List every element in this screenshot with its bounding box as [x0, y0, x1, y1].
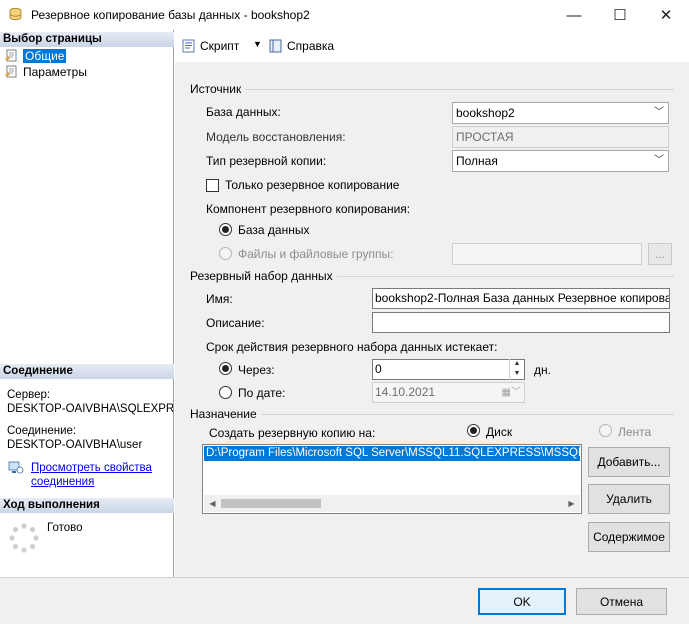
sidebar-item-general[interactable]: Общие: [4, 48, 67, 63]
progress-spinner-icon: [9, 523, 39, 553]
backup-type-combo[interactable]: Полная ﹀: [452, 150, 669, 172]
sidebar-item-options[interactable]: Параметры: [4, 64, 87, 79]
add-destination-button[interactable]: Добавить...: [588, 447, 670, 477]
select-page-header: Выбор страницы: [0, 32, 174, 47]
days-spinner[interactable]: ▲ ▼: [509, 359, 524, 380]
component-database-radio[interactable]: [219, 223, 232, 236]
page-icon: [5, 49, 17, 61]
remove-destination-button[interactable]: Удалить: [588, 484, 670, 514]
days-unit-label: дн.: [534, 363, 551, 377]
database-backup-icon: [9, 7, 22, 21]
connection-label: Соединение:: [7, 425, 77, 437]
copy-only-checkbox[interactable]: [206, 179, 219, 192]
group-divider: [190, 89, 674, 90]
source-group-title: Источник: [190, 82, 246, 96]
group-divider: [190, 414, 674, 415]
sidebar-item-label: Параметры: [23, 64, 87, 79]
script-label: Скрипт: [200, 39, 240, 53]
disk-radio[interactable]: [467, 424, 480, 437]
progress-header: Ход выполнения: [0, 498, 174, 513]
copy-only-label: Только резервное копирование: [225, 178, 400, 192]
destination-path-item[interactable]: D:\Program Files\Microsoft SQL Server\MS…: [204, 446, 580, 461]
component-files-label: Файлы и файловые группы:: [238, 247, 394, 261]
backup-name-input[interactable]: bookshop2-Полная База данных Резервное к…: [372, 288, 670, 309]
chevron-down-icon: ﹀: [654, 155, 664, 166]
script-button[interactable]: Скрипт: [181, 38, 239, 54]
backup-component-label: Компонент резервного копирования:: [206, 202, 411, 216]
connection-header: Соединение: [0, 364, 174, 379]
expire-days-input[interactable]: 0: [372, 359, 525, 380]
component-files-radio[interactable]: [219, 247, 232, 260]
calendar-icon: ▦﹀: [501, 387, 521, 398]
page-icon: [5, 65, 17, 77]
tape-radio[interactable]: [599, 424, 612, 437]
recovery-model-field: ПРОСТАЯ: [452, 126, 669, 148]
destination-list[interactable]: D:\Program Files\Microsoft SQL Server\MS…: [202, 444, 582, 514]
help-book-icon: [269, 39, 282, 53]
backup-to-label: Создать резервную копию на:: [209, 426, 376, 440]
link-line-1: Просмотреть свойства: [31, 462, 152, 474]
server-label: Сервер:: [7, 389, 51, 401]
window-title: Резервное копирование базы данных - book…: [31, 8, 310, 22]
contents-button[interactable]: Содержимое: [588, 522, 670, 552]
expire-after-radio[interactable]: [219, 362, 232, 375]
scroll-right-icon[interactable]: ▶: [563, 495, 580, 512]
scrollbar-thumb[interactable]: [221, 499, 321, 508]
disk-label: Диск: [486, 425, 513, 439]
spin-down-icon[interactable]: ▼: [510, 369, 524, 379]
help-button[interactable]: Справка: [268, 38, 334, 54]
spin-up-icon[interactable]: ▲: [510, 359, 524, 369]
sidebar: Выбор страницы Общие Параметры Соединени…: [0, 30, 174, 577]
connection-properties-icon: [8, 461, 24, 474]
ok-button[interactable]: OK: [478, 588, 566, 615]
database-label: База данных:: [206, 105, 281, 119]
description-label: Описание:: [206, 316, 265, 330]
help-label: Справка: [287, 39, 335, 53]
expire-on-date-radio[interactable]: [219, 386, 232, 399]
filegroups-field[interactable]: [452, 243, 642, 265]
backup-type-label: Тип резервной копии:: [206, 154, 327, 168]
cancel-button[interactable]: Отмена: [576, 588, 667, 615]
view-connection-properties-link[interactable]: Просмотреть свойства соединения: [31, 461, 152, 489]
expire-date-value: 14.10.2021: [375, 385, 436, 399]
progress-status: Готово: [47, 522, 83, 534]
expire-after-label: Через:: [238, 363, 275, 377]
title-bar: Резервное копирование базы данных - book…: [0, 0, 689, 30]
script-icon: [182, 39, 195, 53]
destination-group-title: Назначение: [190, 407, 261, 421]
link-line-2: соединения: [31, 476, 95, 488]
expire-on-date-label: По дате:: [238, 386, 286, 400]
scroll-left-icon[interactable]: ◀: [204, 495, 221, 512]
general-page-content: Источник База данных: bookshop2 ﹀ Модель…: [175, 62, 689, 577]
name-label: Имя:: [206, 292, 233, 306]
server-value: DESKTOP-OAIVBHA\SQLEXPRE: [7, 403, 173, 415]
backup-type-value: Полная: [456, 154, 498, 168]
description-input[interactable]: [372, 312, 670, 333]
database-value: bookshop2: [456, 106, 515, 120]
expire-label: Срок действия резервного набора данных и…: [206, 340, 498, 354]
minimize-button[interactable]: —: [551, 0, 597, 30]
database-combo[interactable]: bookshop2 ﹀: [452, 102, 669, 124]
component-database-label: База данных: [238, 223, 310, 237]
backup-set-group-title: Резервный набор данных: [190, 269, 337, 283]
script-dropdown-arrow[interactable]: ▼: [253, 39, 262, 49]
browse-filegroups-button[interactable]: ...: [648, 243, 672, 265]
toolbar: Скрипт ▼ Справка: [175, 30, 689, 62]
tape-label: Лента: [618, 425, 652, 439]
sidebar-item-label: Общие: [23, 48, 67, 63]
recovery-model-label: Модель восстановления:: [206, 130, 346, 144]
dialog-footer: OK Отмена: [0, 577, 689, 624]
expire-date-picker[interactable]: 14.10.2021 ▦﹀: [372, 382, 525, 403]
horizontal-scrollbar[interactable]: ◀ ▶: [204, 495, 580, 512]
maximize-button[interactable]: ☐: [597, 0, 643, 30]
connection-value: DESKTOP-OAIVBHA\user: [7, 439, 143, 451]
chevron-down-icon: ﹀: [654, 107, 664, 118]
close-button[interactable]: ✕: [643, 0, 689, 30]
